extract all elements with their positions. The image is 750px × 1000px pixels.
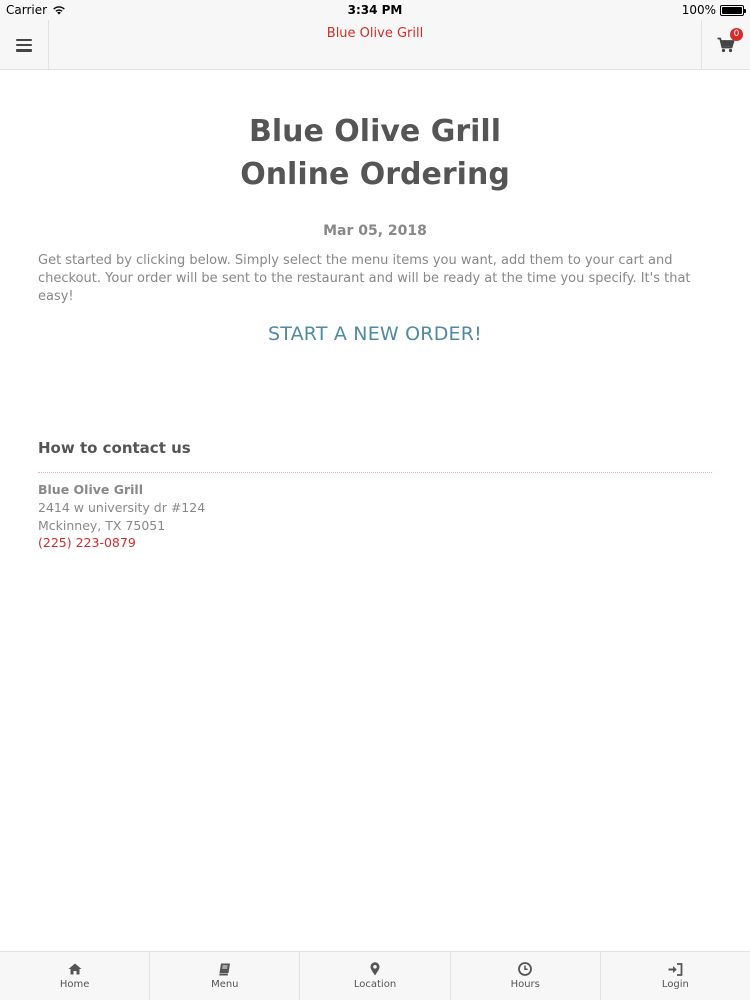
book-icon <box>219 963 231 975</box>
tab-login[interactable]: Login <box>601 952 750 1000</box>
battery-percent: 100% <box>681 3 716 17</box>
tab-hours-label: Hours <box>510 979 540 990</box>
clock-icon <box>518 962 533 976</box>
cart-count-badge: 0 <box>730 28 743 41</box>
nav-bar: Blue Olive Grill 0 <box>0 20 750 70</box>
phone-link[interactable]: (225) 223-0879 <box>38 534 712 552</box>
clock-time: 3:34 PM <box>347 3 403 17</box>
order-date: Mar 05, 2018 <box>323 223 427 239</box>
tab-menu-label: Menu <box>211 979 239 990</box>
tab-bar: Home Menu Location Hours Login <box>0 951 750 1000</box>
tab-hours[interactable]: Hours <box>451 952 601 1000</box>
intro-text: Get started by clicking below. Simply se… <box>38 253 691 304</box>
nav-title: Blue Olive Grill <box>326 26 424 41</box>
main-content: Blue Olive Grill Online Ordering Mar 05,… <box>0 70 750 552</box>
home-icon <box>68 963 82 975</box>
cart-button[interactable]: 0 <box>701 20 750 70</box>
address-line1: 2414 w university dr #124 <box>38 500 206 515</box>
tab-home-label: Home <box>59 979 90 990</box>
contact-section: How to contact us Blue Olive Grill 2414 … <box>38 439 712 552</box>
page-title: Blue Olive Grill Online Ordering <box>0 110 750 196</box>
map-pin-icon <box>370 962 380 976</box>
login-icon <box>668 962 683 976</box>
page-title-line1: Blue Olive Grill <box>249 114 501 149</box>
hamburger-icon <box>16 38 32 52</box>
restaurant-name: Blue Olive Grill <box>38 482 143 497</box>
page-title-line2: Online Ordering <box>240 157 510 192</box>
address-line2: Mckinney, TX 75051 <box>38 517 166 533</box>
tab-home[interactable]: Home <box>0 952 151 1000</box>
tab-login-label: Login <box>661 979 689 990</box>
start-new-order-link[interactable]: START A NEW ORDER! <box>0 323 750 345</box>
tab-location-label: Location <box>353 979 397 990</box>
contact-divider <box>38 472 712 473</box>
tab-menu[interactable]: Menu <box>150 952 301 1000</box>
battery-icon <box>720 4 746 16</box>
contact-heading: How to contact us <box>38 439 191 457</box>
menu-button[interactable] <box>0 20 49 70</box>
status-bar: Carrier 3:34 PM 100% <box>0 0 750 20</box>
tab-location[interactable]: Location <box>300 952 451 1000</box>
